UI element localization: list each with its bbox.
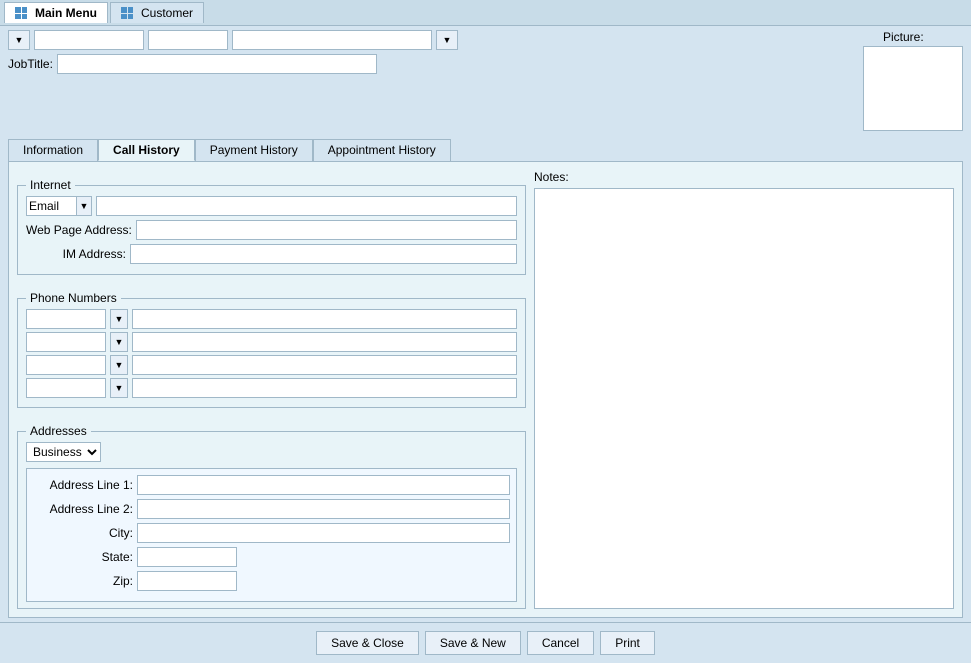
title-bar: Main Menu Customer [0, 0, 971, 26]
footer: Save & Close Save & New Cancel Print [0, 622, 971, 663]
im-input[interactable] [130, 244, 517, 264]
jobtitle-input[interactable] [57, 54, 377, 74]
address-box: Address Line 1: Address Line 2: City: St… [26, 468, 517, 602]
im-row: IM Address: [26, 244, 517, 264]
address-line1-input[interactable] [137, 475, 510, 495]
state-input[interactable] [137, 547, 237, 567]
tab-call-history[interactable]: Call History [98, 139, 195, 161]
phone-type-3[interactable] [26, 355, 106, 375]
phone-type-2[interactable] [26, 332, 106, 352]
main-menu-label: Main Menu [35, 6, 97, 20]
zip-input[interactable] [137, 571, 237, 591]
phone-section: Phone Numbers ▼ ▼ ▼ ▼ [17, 291, 526, 408]
picture-box [863, 46, 963, 131]
tab-payment-history[interactable]: Payment History [195, 139, 313, 161]
im-label: IM Address: [26, 247, 126, 261]
phone-legend: Phone Numbers [26, 291, 121, 305]
phone-number-4[interactable] [132, 378, 517, 398]
main-content: Internet ▼ Web Page Address: IM Address:… [8, 161, 963, 618]
internet-section: Internet ▼ Web Page Address: IM Address: [17, 178, 526, 275]
customer-tab-label: Customer [141, 6, 193, 20]
main-menu-tab[interactable]: Main Menu [4, 2, 108, 23]
cancel-button[interactable]: Cancel [527, 631, 594, 655]
phone-type-dropdown-1[interactable]: ▼ [110, 309, 128, 329]
phone-row-1: ▼ [26, 309, 517, 329]
phone-number-2[interactable] [132, 332, 517, 352]
print-button[interactable]: Print [600, 631, 655, 655]
jobtitle-row: JobTitle: [8, 54, 835, 74]
name-row: ▼ ▼ [8, 30, 835, 50]
webpage-input[interactable] [136, 220, 517, 240]
first-name-input[interactable] [34, 30, 144, 50]
notes-label: Notes: [534, 170, 954, 184]
address-line2-row: Address Line 2: [33, 499, 510, 519]
customer-tab[interactable]: Customer [110, 2, 204, 23]
email-type-dropdown[interactable]: ▼ [76, 196, 92, 216]
phone-type-1[interactable] [26, 309, 106, 329]
email-input[interactable] [96, 196, 517, 216]
phone-number-1[interactable] [132, 309, 517, 329]
address-line2-input[interactable] [137, 499, 510, 519]
phone-type-dropdown-4[interactable]: ▼ [110, 378, 128, 398]
phone-row-4: ▼ [26, 378, 517, 398]
email-row: ▼ [26, 196, 517, 216]
phone-number-3[interactable] [132, 355, 517, 375]
name-fields: ▼ ▼ JobTitle: [8, 30, 835, 74]
prefix-dropdown-btn[interactable]: ▼ [8, 30, 30, 50]
main-menu-icon [15, 7, 27, 19]
internet-legend: Internet [26, 178, 75, 192]
state-label: State: [33, 550, 133, 564]
jobtitle-label: JobTitle: [8, 57, 53, 71]
email-type-group: ▼ [26, 196, 92, 216]
phone-type-dropdown-3[interactable]: ▼ [110, 355, 128, 375]
city-input[interactable] [137, 523, 510, 543]
save-new-button[interactable]: Save & New [425, 631, 521, 655]
phone-type-dropdown-2[interactable]: ▼ [110, 332, 128, 352]
left-panel: Internet ▼ Web Page Address: IM Address:… [17, 170, 526, 609]
customer-tab-icon [121, 7, 133, 19]
middle-name-input[interactable] [148, 30, 228, 50]
main-tabs: Information Call History Payment History… [8, 139, 963, 161]
suffix-dropdown-btn[interactable]: ▼ [436, 30, 458, 50]
save-close-button[interactable]: Save & Close [316, 631, 419, 655]
picture-area: Picture: [843, 30, 963, 131]
addresses-section: Addresses Business Home Other Address Li… [17, 424, 526, 609]
tab-appointment-history[interactable]: Appointment History [313, 139, 451, 161]
webpage-row: Web Page Address: [26, 220, 517, 240]
picture-label: Picture: [883, 30, 924, 44]
address-type-select[interactable]: Business Home Other [26, 442, 101, 462]
notes-textarea[interactable] [534, 188, 954, 609]
addresses-legend: Addresses [26, 424, 91, 438]
address-line1-row: Address Line 1: [33, 475, 510, 495]
phone-row-3: ▼ [26, 355, 517, 375]
address-line1-label: Address Line 1: [33, 478, 133, 492]
phone-type-4[interactable] [26, 378, 106, 398]
phone-row-2: ▼ [26, 332, 517, 352]
webpage-label: Web Page Address: [26, 223, 132, 237]
city-label: City: [33, 526, 133, 540]
city-row: City: [33, 523, 510, 543]
state-row: State: [33, 547, 510, 567]
address-type-row: Business Home Other [26, 442, 517, 462]
top-form: ▼ ▼ JobTitle: Picture: [0, 26, 971, 135]
right-panel: Notes: [534, 170, 954, 609]
email-type-input[interactable] [26, 196, 76, 216]
tab-information[interactable]: Information [8, 139, 98, 161]
last-name-input[interactable] [232, 30, 432, 50]
address-line2-label: Address Line 2: [33, 502, 133, 516]
zip-row: Zip: [33, 571, 510, 591]
zip-label: Zip: [33, 574, 133, 588]
